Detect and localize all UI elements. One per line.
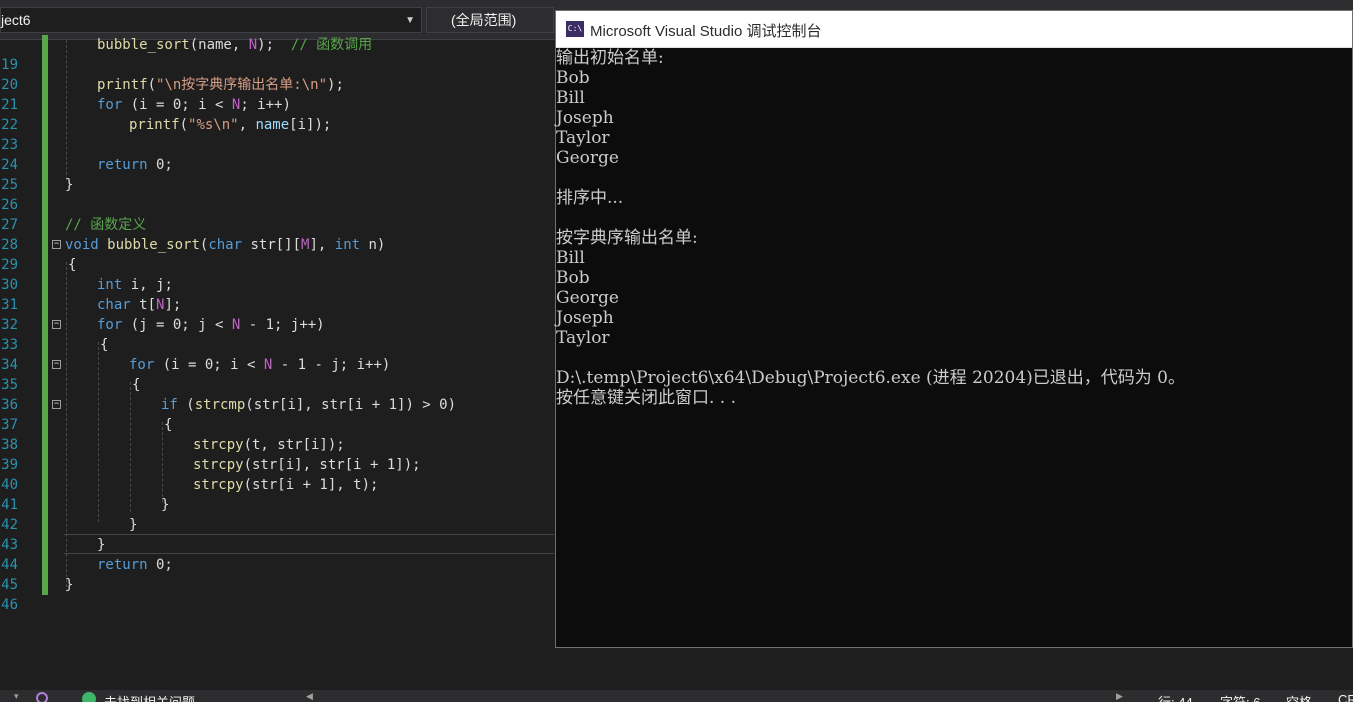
code-line-27: 27 (0, 195, 554, 233)
scope-label: (全局范围) (451, 12, 517, 28)
console-line: Bill (556, 248, 585, 268)
whitespace-indicator[interactable]: 空格 (1286, 692, 1312, 702)
code-line-44: 44 } (1, 537, 106, 573)
project-dropdown[interactable]: ject6 ▼ (0, 7, 422, 33)
console-line: D:\.temp\Project6\x64\Debug\Project6.exe… (556, 368, 1185, 388)
code-editor[interactable]: 19 bubble_sort(name, N); // 函数调用 20 21 p… (0, 35, 554, 690)
code-line-28: 28 // 函数定义 (1, 217, 147, 253)
console-line: Taylor (556, 128, 610, 148)
console-line: Joseph (556, 308, 614, 328)
console-line: Taylor (556, 328, 610, 348)
code-line-39: 39 strcpy(t, str[i]); (1, 437, 345, 473)
console-line: George (556, 148, 619, 168)
code-line-19: 19 bubble_sort(name, N); // 函数调用 (1, 37, 373, 73)
code-line-38: 38 { (1, 417, 173, 453)
console-app-icon: C:\ (566, 21, 584, 37)
scope-dropdown[interactable]: (全局范围) (426, 7, 554, 33)
console-line: 按字典序输出名单: (556, 228, 698, 248)
code-line-36: 36 { (1, 377, 141, 413)
code-line-40: 40 strcpy(str[i], str[i + 1]); (1, 457, 421, 493)
code-line-37: 37 − if (strcmp(str[i], str[i + 1]) > 0) (1, 397, 457, 433)
code-line-24: 24 (0, 135, 554, 173)
status-bar: ▾ 未找到相关问题 ◀ ▶ 行: 44 字符: 6 空格 CR (0, 690, 1353, 702)
char-indicator[interactable]: 字符: 6 (1220, 692, 1260, 702)
project-name: ject6 (1, 12, 31, 28)
code-line-35: 35 − for (i = 0; i < N - 1 - j; i++) (1, 357, 391, 393)
console-line: Joseph (556, 108, 614, 128)
collapse-toggle[interactable]: − (52, 400, 61, 409)
console-line: 排序中... (556, 188, 624, 208)
code-line-26: 26 } (1, 177, 74, 213)
code-line-32: 32 char t[N]; (1, 297, 182, 333)
scroll-left-icon[interactable]: ◀ (306, 691, 313, 702)
console-line: George (556, 288, 619, 308)
code-line-33: 33 − for (j = 0; j < N - 1; j++) (1, 317, 325, 353)
code-line-21: 21 printf("\n按字典序输出名单:\n"); (1, 77, 344, 113)
code-line-31: 31 int i, j; (1, 277, 173, 313)
code-line-23: 23 printf("%s\n", name[i]); (1, 117, 332, 153)
code-line-41: 41 strcpy(str[i + 1], t); (1, 477, 379, 513)
code-line-29: 29 − void bubble_sort(char str[][M], int… (1, 237, 386, 273)
code-line-20: 20 (0, 55, 554, 93)
code-line-25: 25 return 0; (1, 157, 173, 193)
console-title: Microsoft Visual Studio 调试控制台 (590, 23, 822, 40)
code-line-42: 42 } (1, 497, 170, 533)
caret-down-icon[interactable]: ▾ (14, 691, 19, 702)
collapse-toggle[interactable]: − (52, 240, 61, 249)
code-line-34: 34 { (1, 337, 109, 373)
check-circle-icon (82, 692, 96, 702)
collapse-toggle[interactable]: − (52, 320, 61, 329)
console-line: 输出初始名单: (556, 48, 664, 68)
chevron-down-icon: ▼ (405, 15, 415, 26)
copilot-icon[interactable] (36, 692, 48, 702)
console-line: Bob (556, 268, 590, 288)
issues-status[interactable]: 未找到相关问题 (104, 692, 195, 702)
collapse-toggle[interactable]: − (52, 360, 61, 369)
code-line-22: 22 for (i = 0; i < N; i++) (1, 97, 291, 133)
console-line: Bill (556, 88, 585, 108)
code-line-45: 45 return 0; (1, 557, 173, 593)
console-line: 按任意键关闭此窗口. . . (556, 388, 737, 408)
line-indicator[interactable]: 行: 44 (1158, 692, 1193, 702)
code-line-30: 30 { (1, 257, 77, 293)
console-line: Bob (556, 68, 590, 88)
console-output: 输出初始名单: Bob Bill Joseph Taylor George 排序… (556, 48, 1352, 408)
line-ending-indicator[interactable]: CR (1338, 692, 1353, 702)
line-number: 46 (1, 597, 18, 613)
debug-console-window[interactable]: C:\ Microsoft Visual Studio 调试控制台 输出初始名单… (555, 10, 1353, 648)
console-title-bar[interactable]: C:\ Microsoft Visual Studio 调试控制台 (556, 11, 1352, 48)
code-line-46: 46 } (1, 577, 74, 613)
scroll-right-icon[interactable]: ▶ (1116, 691, 1123, 702)
code-line-43: 43 } (1, 517, 138, 553)
